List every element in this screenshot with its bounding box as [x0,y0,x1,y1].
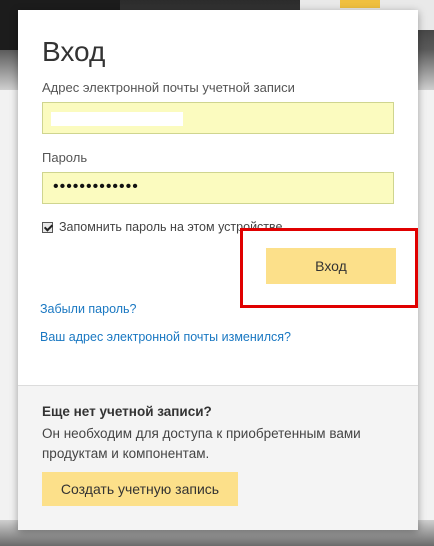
forgot-password-link[interactable]: Забыли пароль? [40,302,137,316]
login-card: Вход Адрес электронной почты учетной зап… [18,10,418,530]
page-title: Вход [42,36,106,67]
email-field[interactable] [42,102,394,134]
background-shape [340,0,380,8]
password-masked-value: ••••••••••••• [53,178,139,195]
password-field[interactable]: ••••••••••••• [42,172,394,204]
email-changed-link[interactable]: Ваш адрес электронной почты изменился? [40,330,291,344]
highlight-box [240,228,418,308]
signup-description: Он необходим для доступа к приобретенным… [42,426,361,461]
email-label: Адрес электронной почты учетной записи [42,80,295,95]
signup-heading: Еще нет учетной записи? [42,404,212,419]
password-label: Пароль [42,150,88,165]
redacted-email [51,112,183,126]
create-account-button[interactable]: Создать учетную запись [42,472,238,506]
divider [18,385,418,386]
remember-checkbox[interactable] [42,222,53,233]
